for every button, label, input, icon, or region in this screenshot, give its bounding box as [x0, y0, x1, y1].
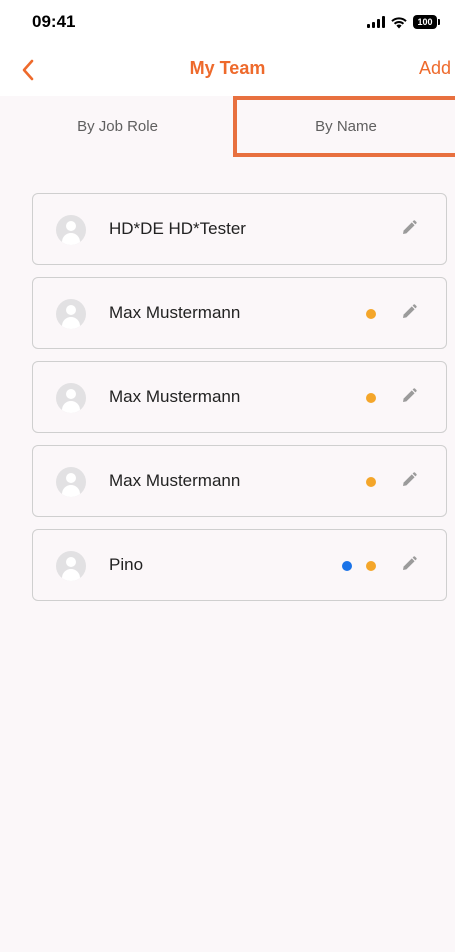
tab-bar: By Job Role By Name	[0, 96, 455, 157]
status-indicator-orange	[366, 477, 376, 487]
status-bar: 09:41 100	[0, 0, 455, 44]
content-area: By Job Role By Name HD*DE HD*Tester Max …	[0, 96, 455, 952]
status-icons: 100	[367, 15, 440, 29]
member-name: HD*DE HD*Tester	[109, 219, 246, 238]
list-item[interactable]: Pino	[32, 529, 447, 601]
member-name: Max Mustermann	[109, 303, 241, 322]
pencil-icon[interactable]	[400, 303, 418, 321]
status-time: 09:41	[32, 12, 76, 31]
list-item[interactable]: HD*DE HD*Tester	[32, 193, 447, 265]
member-name: Pino	[109, 555, 144, 574]
avatar	[56, 215, 86, 245]
member-name: Max Mustermann	[109, 471, 241, 490]
pencil-icon[interactable]	[400, 471, 418, 489]
page-title: My Team	[189, 58, 266, 78]
status-indicator-orange	[366, 561, 376, 571]
list-item[interactable]: Max Mustermann	[32, 361, 447, 433]
tab-by-job-role[interactable]: By Job Role	[0, 96, 235, 157]
status-indicator-blue	[342, 561, 352, 571]
cellular-signal-icon	[367, 16, 385, 28]
avatar	[56, 299, 86, 329]
pencil-icon[interactable]	[400, 219, 418, 237]
pencil-icon[interactable]	[400, 555, 418, 573]
nav-bar: My Team Add	[0, 44, 455, 96]
avatar	[56, 551, 86, 581]
member-list: HD*DE HD*Tester Max Mustermann Max Muste…	[32, 193, 447, 613]
member-name: Max Mustermann	[109, 387, 241, 406]
pencil-icon[interactable]	[400, 387, 418, 405]
add-button[interactable]: Add	[419, 58, 451, 79]
status-indicator-orange	[366, 309, 376, 319]
tab-by-name[interactable]: By Name	[233, 96, 455, 157]
avatar	[56, 383, 86, 413]
wifi-icon	[391, 16, 407, 28]
list-item[interactable]: Max Mustermann	[32, 277, 447, 349]
list-item[interactable]: Max Mustermann	[32, 445, 447, 517]
battery-icon: 100	[413, 15, 440, 29]
avatar	[56, 467, 86, 497]
status-indicator-orange	[366, 393, 376, 403]
